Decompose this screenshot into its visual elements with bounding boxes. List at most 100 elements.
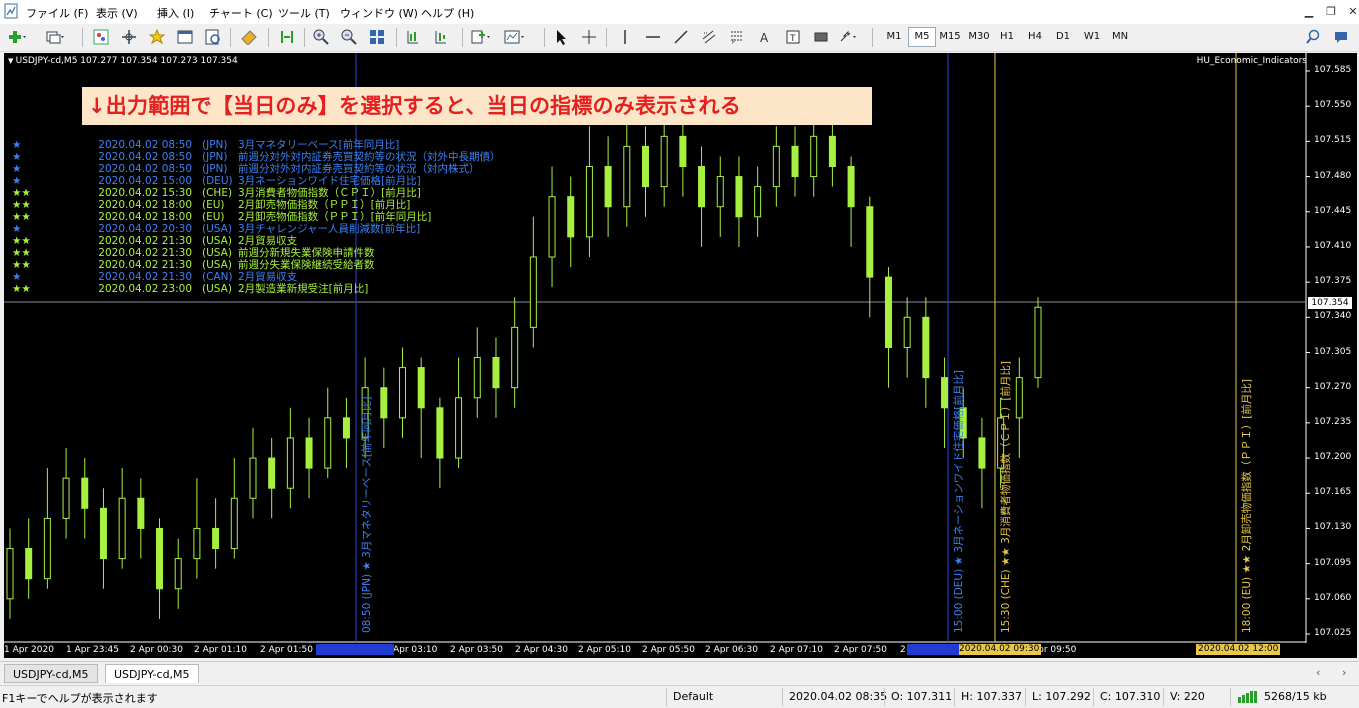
candle-body <box>473 357 481 399</box>
candle-body <box>268 457 276 489</box>
candle-body <box>660 135 668 188</box>
tf-d1[interactable]: D1 <box>1049 27 1077 47</box>
tab-scroll-right-icon[interactable]: › <box>1342 666 1346 679</box>
autotrading-icon[interactable] <box>238 26 260 48</box>
tf-mn[interactable]: MN <box>1106 27 1134 47</box>
equidistant-channel-icon[interactable] <box>698 26 720 48</box>
horizontal-line-icon[interactable] <box>642 26 664 48</box>
candle-body <box>978 437 986 469</box>
text-label-icon[interactable]: T <box>782 26 804 48</box>
chat-icon[interactable] <box>1330 26 1352 48</box>
event-time: 2020.04.02 20:30 <box>98 223 192 235</box>
candle-body <box>585 166 593 238</box>
connection-bars-icon <box>1238 691 1257 703</box>
cursor-icon[interactable] <box>550 26 572 48</box>
new-chart-icon[interactable] <box>6 26 28 48</box>
candle-body <box>754 186 762 218</box>
minimize-button[interactable]: ▁ <box>1300 4 1318 20</box>
event-name: 2月貿易収支 <box>238 235 298 247</box>
candle-body <box>511 326 519 389</box>
event-row: ★ 2020.04.02 15:00 (DEU) 3月ネーションワイド住宅価格[前月比… <box>12 175 501 187</box>
text-icon[interactable]: A <box>754 26 776 48</box>
close-button[interactable]: ✕ <box>1344 4 1359 20</box>
event-row: ★★ 2020.04.02 21:30 (USA) 2月貿易収支 <box>12 235 501 247</box>
candle-body <box>716 176 724 208</box>
event-name: 3月チャレンジャー人員削減数[前年比] <box>238 223 421 235</box>
menu-insert[interactable]: 挿入 (I) <box>157 5 194 21</box>
candle-body <box>212 527 220 550</box>
event-country: (USA) <box>202 235 232 247</box>
event-stars: ★★ <box>12 235 31 247</box>
candle-body <box>772 145 780 188</box>
candle-body <box>324 417 332 469</box>
favorites-icon[interactable] <box>146 26 168 48</box>
candle-body <box>791 145 799 178</box>
time-highlight-marker <box>907 644 959 655</box>
candle-body <box>193 527 201 560</box>
zoom-in-icon[interactable] <box>310 26 332 48</box>
status-close: C: 107.310 <box>1100 690 1161 703</box>
time-highlight-label: 2020.04.02 09:30 <box>957 644 1042 655</box>
menu-view[interactable]: 表示 (V) <box>96 5 138 21</box>
terminal-icon[interactable] <box>174 26 196 48</box>
menu-help[interactable]: ヘルプ (H) <box>421 5 474 21</box>
event-name: 2月製造業新規受注[前月比] <box>238 283 369 295</box>
price-tick-label: 107.060 <box>1314 592 1352 603</box>
tile-windows-icon[interactable] <box>366 26 388 48</box>
crosshair-navigator-icon[interactable] <box>118 26 140 48</box>
menu-chart[interactable]: チャート (C) <box>209 5 273 21</box>
candle-body <box>567 196 575 238</box>
tab-scroll-left-icon[interactable]: ‹ <box>1316 666 1320 679</box>
candle-body <box>249 457 257 499</box>
tf-m15[interactable]: M15 <box>936 27 964 47</box>
chart-tab[interactable]: USDJPY-cd,M5 <box>4 664 98 683</box>
menu-tools[interactable]: ツール (T) <box>278 5 330 21</box>
market-watch-icon[interactable] <box>90 26 112 48</box>
event-country: (USA) <box>202 247 232 259</box>
rectangle-icon[interactable] <box>810 26 832 48</box>
svg-text:F: F <box>732 39 736 45</box>
restore-button[interactable]: ❐ <box>1322 4 1340 20</box>
profiles-icon[interactable] <box>44 26 66 48</box>
crosshair-icon[interactable] <box>578 26 600 48</box>
event-time: 2020.04.02 23:00 <box>98 283 192 295</box>
event-name: 前週分新規失業保険申請件数 <box>238 247 375 259</box>
event-row: ★★ 2020.04.02 18:00 (EU) 2月卸売物価指数（ＰＰＩ）[前月比] <box>12 199 501 211</box>
menu-file[interactable]: ファイル (F) <box>26 5 88 21</box>
chart-area[interactable]: ▼ USDJPY-cd,M5 107.277 107.354 107.273 1… <box>4 53 1357 658</box>
menu-window[interactable]: ウィンドウ (W) <box>340 5 418 21</box>
tf-m30[interactable]: M30 <box>965 27 993 47</box>
vertical-line-icon[interactable] <box>614 26 636 48</box>
chart-shift-icon[interactable] <box>276 26 298 48</box>
chart-tabs: USDJPY-cd,M5 USDJPY-cd,M5 ‹ › <box>0 661 1359 685</box>
chart-tab-active[interactable]: USDJPY-cd,M5 <box>105 664 199 683</box>
event-country: (USA) <box>202 283 232 295</box>
search-icon[interactable] <box>1302 26 1324 48</box>
time-tick-label: 2 Apr 03:50 <box>450 645 503 655</box>
auto-scroll-icon[interactable] <box>430 26 452 48</box>
indicators-icon[interactable] <box>470 26 492 48</box>
time-tick-label: 2 Apr 00:30 <box>130 645 183 655</box>
help-hint: F1キーでヘルプが表示されます <box>2 692 158 705</box>
event-row: ★★ 2020.04.02 23:00 (USA) 2月製造業新規受注[前月比] <box>12 283 501 295</box>
templates-icon[interactable] <box>504 26 526 48</box>
fibonacci-icon[interactable]: F <box>726 26 748 48</box>
event-time: 2020.04.02 08:50 <box>98 163 192 175</box>
tf-m1[interactable]: M1 <box>880 27 908 47</box>
tf-h1[interactable]: H1 <box>993 27 1021 47</box>
period-separators-icon[interactable] <box>402 26 424 48</box>
event-time: 2020.04.02 08:50 <box>98 139 192 151</box>
tf-w1[interactable]: W1 <box>1078 27 1106 47</box>
tf-h4[interactable]: H4 <box>1021 27 1049 47</box>
candle-body <box>548 196 556 258</box>
arrows-icon[interactable] <box>838 26 860 48</box>
time-tick-label: 2 Apr 01:10 <box>194 645 247 655</box>
candle-body <box>810 135 818 178</box>
tf-m5[interactable]: M5 <box>908 27 936 47</box>
price-tick-label: 107.270 <box>1314 381 1352 392</box>
event-name: 前週分対外対内証券売買契約等の状況（対外中長期債） <box>238 151 501 163</box>
zoom-out-icon[interactable] <box>338 26 360 48</box>
trendline-icon[interactable] <box>670 26 692 48</box>
strategy-tester-icon[interactable] <box>202 26 224 48</box>
price-tick-label: 107.515 <box>1314 135 1352 146</box>
